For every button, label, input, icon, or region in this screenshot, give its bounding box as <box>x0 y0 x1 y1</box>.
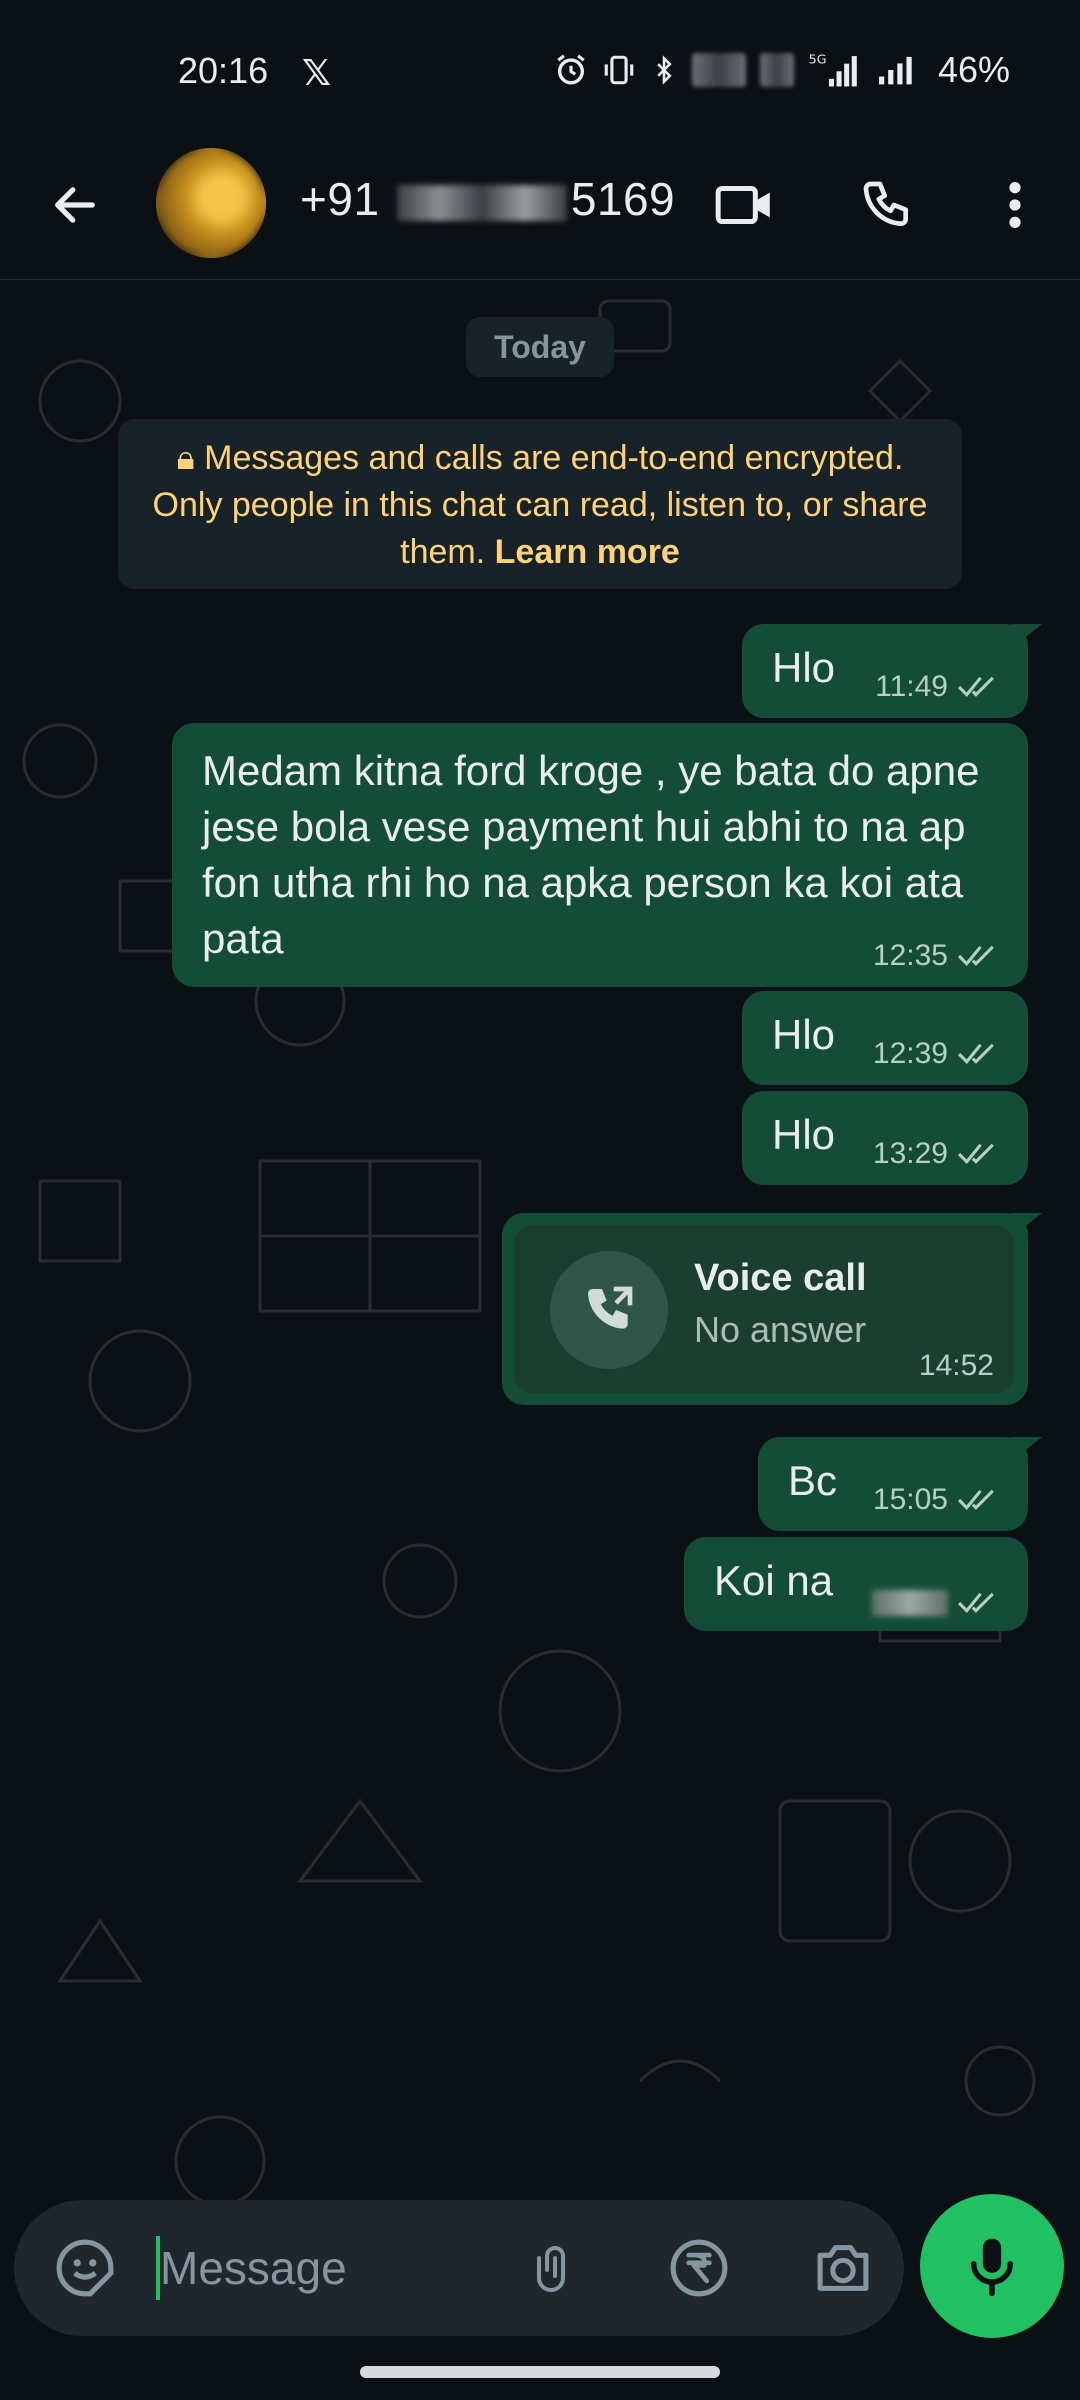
message-time: 13:29 <box>872 1137 948 1170</box>
more-vert-icon <box>1009 182 1021 228</box>
contact-avatar[interactable] <box>156 148 266 258</box>
voice-call-bubble[interactable]: Voice call No answer 14:52 <box>502 1213 1042 1405</box>
message-time: 12:39 <box>872 1037 948 1070</box>
date-chip: Today <box>466 317 614 377</box>
blurred-status-icon <box>691 53 746 87</box>
message-text: Hlo <box>772 1111 836 1158</box>
message-input[interactable] <box>160 2230 480 2306</box>
status-icons: 5G 46% <box>554 48 1010 92</box>
camera-button[interactable] <box>808 2233 878 2303</box>
message-meta: 11:49 <box>875 670 1002 704</box>
signal-icon <box>878 56 912 85</box>
message-meta <box>872 1589 1002 1617</box>
rupee-icon <box>670 2239 728 2297</box>
signal-5g-icon: 5G <box>809 52 857 87</box>
double-check-icon <box>957 945 994 966</box>
message-meta: 15:05 <box>873 1483 1002 1517</box>
double-check-icon <box>957 1489 994 1510</box>
message-time: 11:49 <box>875 670 948 703</box>
camera-icon <box>817 2245 869 2291</box>
double-check-icon <box>957 1043 994 1064</box>
message-time: 12:35 <box>872 939 948 972</box>
contact-suffix: 5169 <box>570 173 676 225</box>
battery-level: 46% <box>937 49 1010 90</box>
back-button[interactable] <box>40 170 110 240</box>
contact-prefix: +91 <box>300 173 380 225</box>
paperclip-icon <box>537 2246 565 2292</box>
voice-call-button[interactable] <box>852 170 922 240</box>
arrow-back-icon <box>55 187 95 223</box>
message-text: Medam kitna ford kroge , ye bata do apne… <box>202 747 980 962</box>
masked-message-time <box>872 1590 948 1616</box>
message-time: 15:05 <box>872 1483 948 1516</box>
double-check-icon <box>957 1143 994 1164</box>
encryption-notice[interactable]: 🔒︎ Messages and calls are end-to-end enc… <box>118 419 962 589</box>
alarm-icon <box>557 54 585 85</box>
masked-number <box>396 184 567 221</box>
missed-call-phone-icon <box>588 1286 633 1329</box>
payment-button[interactable] <box>664 2233 734 2303</box>
chat-area[interactable]: Today 🔒︎ Messages and calls are end-to-e… <box>0 281 1080 2200</box>
message-meta: 12:39 <box>873 1037 1002 1071</box>
message-meta: 13:29 <box>873 1137 1002 1171</box>
video-call-button[interactable] <box>710 170 780 240</box>
message-text: Koi na <box>714 1557 834 1604</box>
lock-icon: 🔒︎ <box>176 439 195 477</box>
learn-more-link[interactable]: Learn more <box>495 533 680 571</box>
gesture-nav-handle[interactable] <box>360 2366 720 2378</box>
message-bubble[interactable]: Bc 15:05 <box>758 1437 1042 1531</box>
call-title: Voice call <box>694 1257 867 1299</box>
message-meta: 12:35 <box>873 939 1002 973</box>
message-text: Bc <box>788 1457 838 1504</box>
chat-header: +91 5169 <box>0 140 1080 280</box>
message-composer <box>14 2200 904 2336</box>
message-meta: 14:52 <box>919 1349 994 1383</box>
double-check-icon <box>957 1592 994 1613</box>
message-time: 14:52 <box>918 1349 994 1382</box>
message-bubble[interactable]: Koi na <box>684 1537 1028 1631</box>
overflow-menu-button[interactable] <box>1000 170 1030 240</box>
call-icon-circle <box>550 1251 668 1369</box>
video-camera-icon <box>715 185 770 225</box>
sticker-smiley-icon <box>56 2239 114 2297</box>
message-bubble[interactable]: Hlo 11:49 <box>742 624 1042 718</box>
svg-text:5G: 5G <box>809 52 827 67</box>
voice-message-button[interactable] <box>920 2194 1064 2338</box>
message-bubble[interactable]: Medam kitna ford kroge , ye bata do apne… <box>172 723 1028 987</box>
attach-button[interactable] <box>520 2233 590 2303</box>
phone-icon <box>863 181 908 227</box>
microphone-icon <box>970 2238 1014 2297</box>
status-bar: 20:16 𝕏 5G 46% <box>0 0 1080 140</box>
blurred-status-icon <box>759 53 794 87</box>
bluetooth-icon <box>657 55 672 85</box>
message-text: Hlo <box>772 644 836 691</box>
message-text: Hlo <box>772 1011 836 1058</box>
contact-name[interactable]: +91 5169 <box>300 172 675 226</box>
double-check-icon <box>957 676 994 697</box>
message-bubble[interactable]: Hlo 13:29 <box>742 1091 1028 1185</box>
call-status: No answer <box>694 1309 867 1350</box>
emoji-button[interactable] <box>50 2233 120 2303</box>
vibrate-icon <box>604 55 634 85</box>
status-time: 20:16 <box>178 50 269 91</box>
x-app-icon: 𝕏 <box>302 52 332 93</box>
message-bubble[interactable]: Hlo 12:39 <box>742 991 1028 1085</box>
